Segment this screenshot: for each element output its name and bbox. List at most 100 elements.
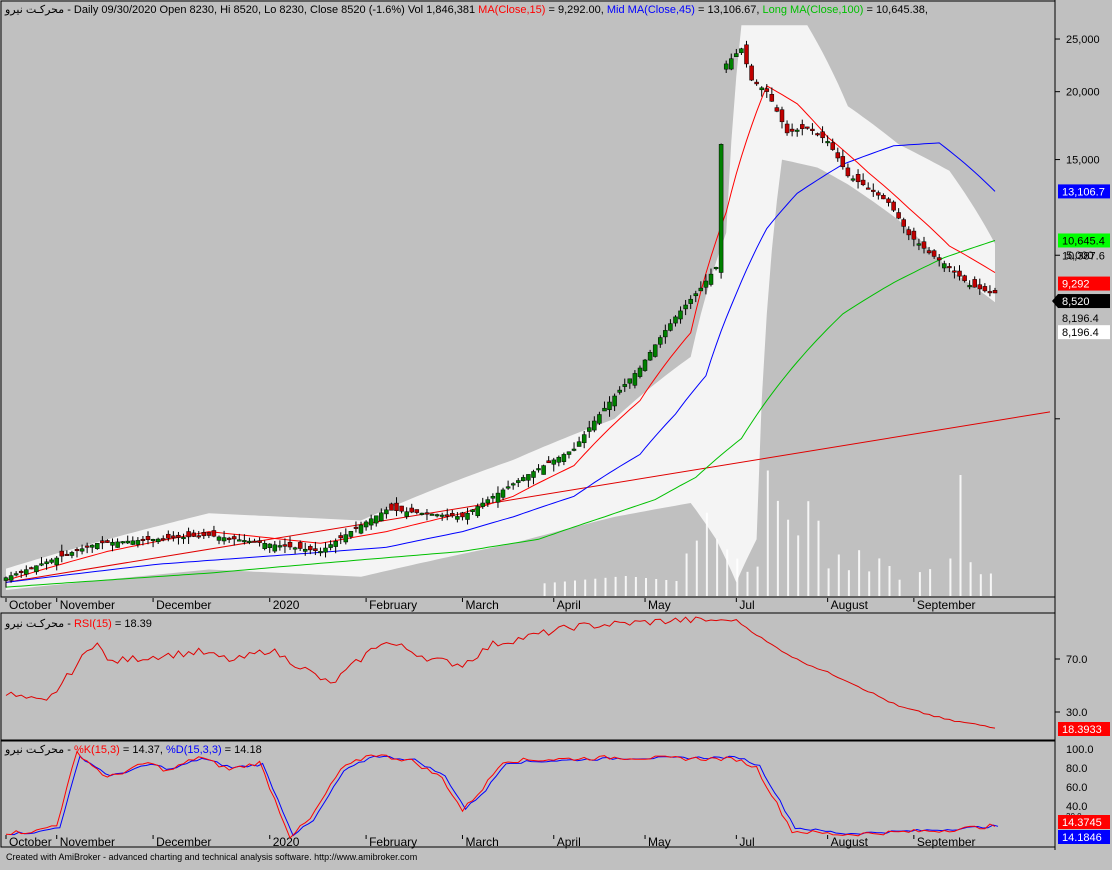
candle-body-65 — [333, 540, 338, 547]
rsi-title-ticker: محرکـت نیرو — [4, 618, 64, 630]
candle-body-15 — [79, 548, 85, 552]
price-title-ma45-value: = 13,106.67, — [695, 4, 763, 16]
volume-bar-190 — [969, 562, 972, 596]
candle-body-168 — [855, 174, 861, 183]
volume-bar-164 — [837, 554, 840, 596]
candle-body-170 — [865, 187, 871, 190]
candle-body-136 — [693, 293, 699, 297]
candle-body-22 — [115, 541, 120, 548]
candle-body-106 — [541, 465, 546, 475]
month-label-0-6: April — [557, 598, 581, 612]
candle-body-123 — [627, 378, 633, 384]
candle-body-99 — [505, 486, 511, 489]
stoch-d-value-label: 14.1846 — [1062, 832, 1102, 844]
candle-body-48 — [247, 540, 252, 543]
candle-body-69 — [353, 526, 359, 529]
candle-body-185 — [942, 263, 947, 269]
candle-body-40 — [206, 532, 212, 536]
volume-bar-180 — [918, 572, 921, 596]
candle-body-72 — [368, 518, 374, 526]
month-label-1-0: October — [9, 835, 52, 849]
candle-body-164 — [835, 152, 841, 159]
candle-body-184 — [936, 257, 942, 261]
price-panel-title: محرکـت نیرو - Daily 09/30/2020 Open 8230… — [4, 4, 928, 16]
volume-bar-188 — [959, 475, 962, 596]
chart-canvas[interactable]: 25,00020,00015,0005,000 13,106.710,645.4… — [0, 0, 1112, 865]
candle-body-11 — [59, 550, 65, 557]
candle-body-47 — [242, 540, 247, 543]
candle-body-166 — [845, 167, 851, 177]
candle-body-190 — [967, 285, 972, 288]
volume-bar-146 — [746, 571, 749, 596]
candle-body-127 — [647, 352, 653, 361]
candle-body-43 — [221, 537, 227, 542]
candle-body-149 — [759, 87, 764, 91]
volume-bar-118 — [604, 577, 607, 596]
volume-bar-140 — [716, 539, 719, 596]
volume-bar-156 — [797, 535, 800, 596]
candle-body-96 — [490, 496, 496, 499]
price-title-ma100: Long MA(Close,100) — [763, 4, 864, 16]
candle-body-76 — [389, 503, 394, 511]
volume-bar-108 — [553, 582, 556, 596]
candle-body-19 — [100, 540, 105, 544]
candle-body-161 — [820, 131, 825, 139]
candle-body-73 — [373, 515, 379, 524]
volume-bar-122 — [624, 576, 627, 596]
rsi-tick-30: 30.0 — [1066, 707, 1087, 719]
candle-body-91 — [465, 513, 470, 520]
volume-bar-132 — [675, 581, 678, 596]
candle-body-80 — [409, 507, 414, 513]
candle-128 — [652, 344, 658, 358]
candle-body-173 — [881, 195, 886, 200]
candle-body-95 — [485, 499, 491, 504]
volume-bar-162 — [827, 568, 830, 596]
candle-body-27 — [140, 538, 146, 541]
candle-body-189 — [962, 275, 967, 282]
candle-body-23 — [120, 541, 125, 544]
candle-body-0 — [3, 577, 9, 581]
candle-141 — [718, 143, 724, 279]
price-title-ma15-value: = 9,292.00, — [545, 4, 606, 16]
amibroker-chart-window: 25,000 20,000 15,000 5,000 13,106.7 10,645.4… — [0, 0, 1112, 865]
candle-body-133 — [678, 310, 683, 320]
chart-background — [0, 0, 1112, 865]
month-label-1-3: 2020 — [273, 835, 300, 849]
value-label-2: 10,387.6 — [1062, 250, 1105, 262]
candle-body-175 — [891, 201, 896, 211]
candle-body-50 — [257, 540, 262, 543]
candle-body-179 — [911, 230, 917, 240]
stoch-title-sep: - — [64, 744, 74, 756]
volume-bar-186 — [949, 558, 952, 596]
month-label-1-5: March — [465, 835, 498, 849]
candle-body-116 — [592, 420, 597, 431]
stoch-k-value-label: 14.3745 — [1062, 817, 1102, 829]
candle-body-61 — [313, 548, 318, 551]
candle-body-159 — [810, 128, 815, 131]
candle-body-10 — [54, 557, 59, 566]
candle-body-55 — [282, 544, 288, 547]
volume-bar-106 — [543, 583, 546, 596]
candle-body-162 — [825, 141, 830, 144]
candle-body-109 — [556, 456, 562, 463]
candle-body-147 — [749, 65, 754, 81]
candle-body-93 — [475, 506, 480, 517]
month-label-0-4: February — [369, 598, 417, 612]
volume-bar-174 — [888, 566, 891, 596]
candle-body-145 — [739, 48, 744, 54]
candle-body-81 — [414, 509, 420, 513]
volume-bar-176 — [898, 579, 901, 596]
candle-body-112 — [571, 448, 577, 451]
stoch-tick-100: 100.0 — [1066, 744, 1094, 756]
footer-credit: Created with AmiBroker - advanced charti… — [6, 852, 418, 862]
candle-body-151 — [769, 94, 775, 102]
candle-body-134 — [683, 304, 688, 310]
stoch-title-d-value: = 14.18 — [222, 744, 262, 756]
candle-body-183 — [931, 250, 937, 257]
stoch-title-ticker: محرکـت نیرو — [4, 744, 64, 756]
candle-body-41 — [211, 530, 217, 537]
candle-body-17 — [89, 544, 95, 548]
candle-body-62 — [318, 551, 323, 554]
candle-body-121 — [617, 389, 622, 393]
candle-76 — [389, 502, 394, 511]
